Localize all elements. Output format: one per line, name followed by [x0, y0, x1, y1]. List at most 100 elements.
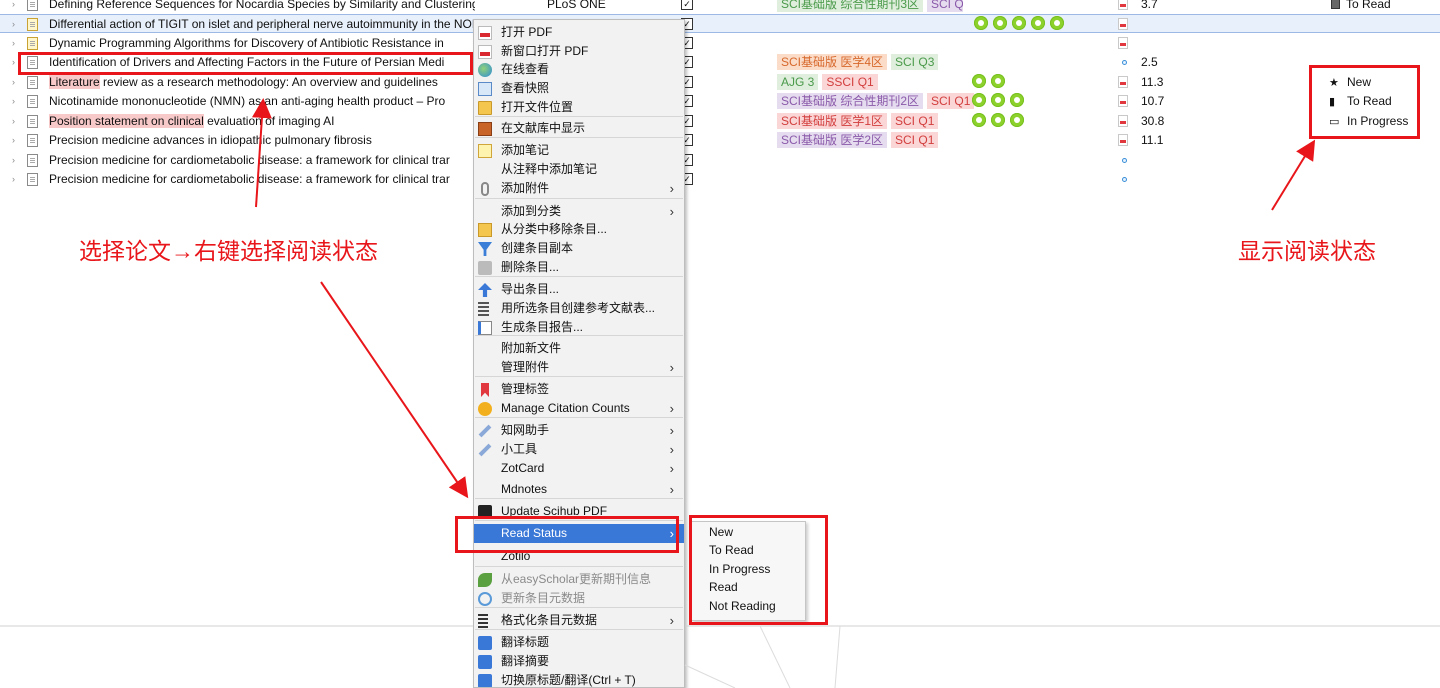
flower-icon — [972, 113, 986, 127]
menu-item-9[interactable]: 添加附件 › — [474, 179, 684, 198]
chevron-right-icon: › — [669, 181, 674, 196]
menu-item-30[interactable]: 格式化条目元数据 › — [474, 611, 684, 630]
menu-item-6[interactable]: 在文献库中显示 — [474, 119, 684, 138]
menu-item-10[interactable]: 添加到分类 › — [474, 202, 684, 221]
chevron-right-icon: › — [669, 442, 674, 457]
table-row[interactable]: › Position statement on clinical evaluati… — [0, 112, 1440, 131]
title-text: Defining Reference Sequences for Nocardi… — [49, 0, 475, 11]
arrow-down — [320, 281, 469, 499]
title-text: Differential action of TIGIT on islet an… — [49, 17, 475, 31]
tag-icon — [481, 383, 489, 397]
collection-icon — [478, 223, 492, 237]
menu-item-15[interactable]: 用所选条目创建参考文献表... — [474, 299, 684, 318]
menu-item-label: 翻译摘要 — [501, 654, 550, 668]
expand-chevron-icon[interactable]: › — [12, 135, 15, 145]
menu-item-22[interactable]: 小工具 › — [474, 440, 684, 459]
menu-item-19[interactable]: 管理标签 — [474, 380, 684, 399]
row-checkbox[interactable]: ✓ — [681, 0, 693, 10]
menu-item-28[interactable]: 从easyScholar更新期刊信息 — [474, 570, 684, 589]
menu-item-13[interactable]: 删除条目... — [474, 258, 684, 277]
menu-item-32[interactable]: 翻译摘要 — [474, 652, 684, 671]
pdf-attachment-icon[interactable] — [1118, 95, 1128, 107]
table-row[interactable]: › Differential action of TIGIT on islet a… — [0, 14, 1440, 33]
menu-item-20[interactable]: Manage Citation Counts › — [474, 399, 684, 418]
table-row[interactable]: › Literature review as a research methodo… — [0, 73, 1440, 92]
menu-item-label: 切换原标题/翻译(Ctrl + T) — [501, 673, 636, 687]
table-row[interactable]: › Precision medicine advances in idiopath… — [0, 131, 1440, 150]
document-icon — [27, 95, 38, 108]
menu-item-label: 添加附件 — [501, 181, 550, 195]
expand-chevron-icon[interactable]: › — [12, 19, 15, 29]
journal-tag: SCI基础版 综合性期刊2区 — [777, 93, 924, 109]
journal-tags: SCI基础版 医学2区 SCI Q1 — [777, 132, 939, 149]
menu-item-3[interactable]: 在线查看 — [474, 60, 684, 79]
refresh-icon — [478, 592, 492, 606]
journal-tag: SSCI Q1 — [822, 74, 878, 90]
highlighted-title-text: Position statement on clinical — [49, 114, 204, 128]
table-row[interactable]: › Precision medicine for cardiometabolic … — [0, 151, 1440, 170]
table-row[interactable]: › Dynamic Programming Algorithms for Disc… — [0, 34, 1440, 53]
pdf-attachment-icon[interactable] — [1118, 18, 1128, 30]
menu-separator — [475, 566, 683, 567]
menu-item-label: 从分类中移除条目... — [501, 222, 608, 236]
pdf-attachment-icon[interactable] — [1118, 134, 1128, 146]
menu-item-14[interactable]: 导出条目... — [474, 280, 684, 299]
menu-item-4[interactable]: 查看快照 — [474, 79, 684, 98]
menu-item-label: 查看快照 — [501, 81, 550, 95]
menu-item-7[interactable]: 添加笔记 — [474, 141, 684, 160]
menu-item-12[interactable]: 创建条目副本 — [474, 239, 684, 258]
citation-icon — [478, 402, 492, 416]
pdf-icon — [478, 26, 492, 40]
chevron-right-icon: › — [669, 461, 674, 476]
table-row[interactable]: › Nicotinamide mononucleotide (NMN) as an… — [0, 92, 1440, 111]
legend-highlight-box — [1309, 65, 1420, 139]
pdf-attachment-icon[interactable] — [1118, 0, 1128, 10]
library-icon — [478, 122, 492, 136]
menu-item-16[interactable]: 生成条目报告... — [474, 318, 684, 337]
menu-item-label: 在线查看 — [501, 62, 550, 76]
menu-item-5[interactable]: 打开文件位置 — [474, 98, 684, 117]
item-title: Dynamic Programming Algorithms for Disco… — [49, 36, 475, 51]
menu-item-24[interactable]: Mdnotes › — [474, 480, 684, 499]
pdf-attachment-icon[interactable] — [1118, 37, 1128, 49]
menu-item-8[interactable]: 从注释中添加笔记 — [474, 160, 684, 179]
pdf-attachment-icon[interactable] — [1118, 115, 1128, 127]
menu-item-2[interactable]: 新窗口打开 PDF — [474, 42, 684, 61]
expand-chevron-icon[interactable]: › — [12, 38, 15, 48]
menu-separator — [475, 198, 683, 199]
menu-item-label: 在文献库中显示 — [501, 121, 586, 135]
menu-item-11[interactable]: 从分类中移除条目... — [474, 220, 684, 239]
expand-chevron-icon[interactable]: › — [12, 77, 15, 87]
expand-chevron-icon[interactable]: › — [12, 0, 15, 9]
menu-item-18[interactable]: 管理附件 › — [474, 358, 684, 377]
journal-tags: AJG 3 SSCI Q1 — [777, 74, 878, 91]
menu-item-21[interactable]: 知网助手 › — [474, 421, 684, 440]
menu-item-33[interactable]: 切换原标题/翻译(Ctrl + T) — [474, 671, 684, 687]
report-icon — [478, 321, 492, 335]
menu-item-1[interactable]: 打开 PDF — [474, 23, 684, 42]
expand-chevron-icon[interactable]: › — [12, 116, 15, 126]
flower-icon — [1031, 16, 1045, 30]
menu-item-31[interactable]: 翻译标题 — [474, 633, 684, 652]
menu-item-17[interactable]: 附加新文件 — [474, 339, 684, 358]
pdf-attachment-icon[interactable] — [1118, 76, 1128, 88]
document-icon — [27, 115, 38, 128]
document-icon — [27, 0, 38, 11]
table-row[interactable]: › Defining Reference Sequences for Nocard… — [0, 0, 1440, 14]
table-row[interactable]: › Precision medicine for cardiometabolic … — [0, 170, 1440, 189]
globe-icon — [478, 63, 492, 77]
snapshot-icon — [478, 82, 492, 96]
expand-chevron-icon[interactable]: › — [12, 155, 15, 165]
menu-item-29[interactable]: 更新条目元数据 — [474, 589, 684, 608]
highlighted-title-text: Literature — [49, 75, 100, 89]
publication-cell: PLoS ONE — [547, 0, 606, 11]
leaf-icon — [478, 573, 492, 587]
menu-item-23[interactable]: ZotCard › — [474, 459, 684, 478]
expand-chevron-icon[interactable]: › — [12, 174, 15, 184]
journal-tags: SCI基础版 综合性期刊2区 SCI Q1 — [777, 93, 975, 110]
expand-chevron-icon[interactable]: › — [12, 96, 15, 106]
document-icon — [27, 173, 38, 186]
expand-chevron-icon[interactable]: › — [12, 57, 15, 67]
menu-item-label: ZotCard — [501, 461, 545, 475]
read-status-menu-highlight-box — [455, 516, 679, 553]
